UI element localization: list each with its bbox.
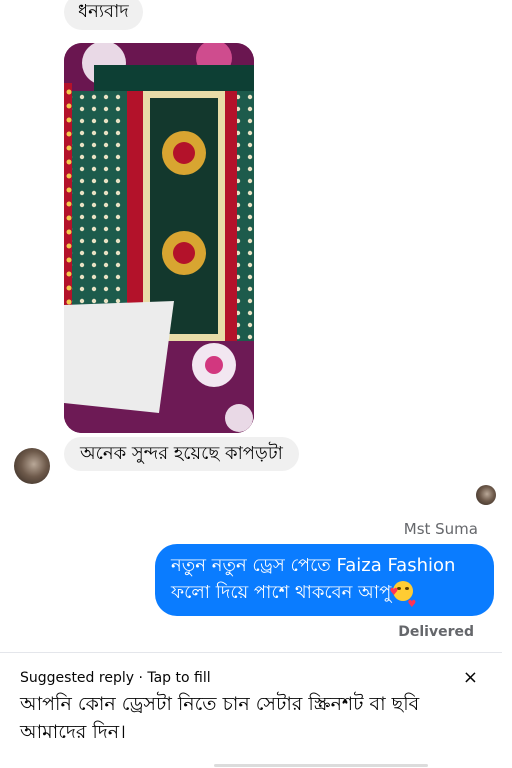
incoming-message-compliment[interactable]: অনেক সুন্দর হয়েছে কাপড়টা	[64, 437, 299, 471]
photo-attachment[interactable]	[64, 43, 254, 433]
outgoing-message[interactable]: নতুন নতুন ড্রেস পেতে Faiza Fashion ফলো দ…	[155, 544, 494, 616]
message-text-line2: ফলো দিয়ে পাশে থাকবেন আপু	[171, 582, 392, 603]
close-icon[interactable]: ×	[463, 666, 478, 690]
message-text-line2-wrap: ফলো দিয়ে পাশে থাকবেন আপু ♥ ♥	[171, 579, 480, 610]
smiling-face-with-hearts-icon: ♥ ♥	[389, 581, 416, 610]
message-text-line1: নতুন নতুন ড্রেস পেতে Faiza Fashion	[171, 555, 456, 576]
incoming-message-thanks[interactable]: ধন্যবাদ	[64, 0, 143, 30]
seen-avatar	[476, 485, 496, 505]
fabric-photo-image	[64, 43, 254, 433]
divider	[0, 652, 502, 653]
suggested-reply-text[interactable]: আপনি কোন ড্রেসটা নিতে চান সেটার স্ক্রিনশ…	[20, 690, 480, 746]
home-indicator	[214, 764, 428, 767]
message-text: ধন্যবাদ	[78, 1, 129, 22]
message-text: অনেক সুন্দর হয়েছে কাপড়টা	[80, 443, 283, 464]
sender-name: Mst Suma	[403, 520, 478, 538]
suggested-reply-header: Suggested reply · Tap to fill	[20, 670, 211, 686]
contact-avatar[interactable]	[14, 448, 50, 484]
delivery-status: Delivered	[398, 624, 474, 640]
